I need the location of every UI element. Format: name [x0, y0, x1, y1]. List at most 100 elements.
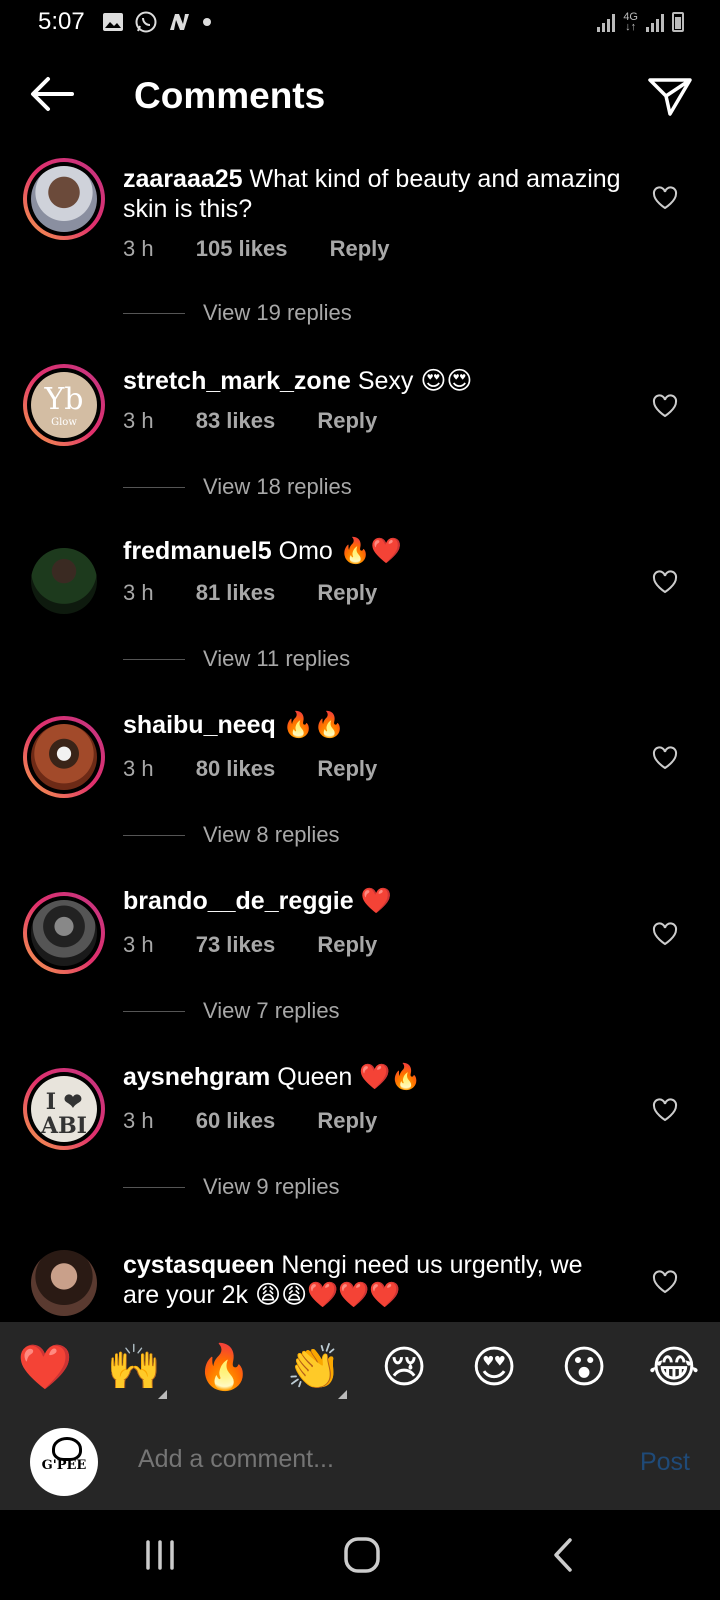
comment-body: Queen ❤️🔥 — [277, 1063, 422, 1091]
comment-username[interactable]: aysnehgram — [123, 1063, 270, 1091]
comment-username[interactable]: shaibu_neeq — [123, 711, 276, 739]
comment-username[interactable]: brando__de_reggie — [123, 887, 354, 915]
laughing-emoji-button[interactable]: 😂 — [646, 1340, 702, 1396]
comment-text: cystasqueen Nengi need us urgently, we a… — [123, 1250, 623, 1310]
surprised-emoji-button[interactable]: 😮 — [556, 1340, 612, 1396]
system-nav-bar — [0, 1510, 720, 1600]
fire-emoji-button[interactable]: 🔥 — [196, 1340, 252, 1396]
comment-meta: 3 h 73 likes Reply — [123, 932, 413, 958]
view-replies-button[interactable]: View 18 replies — [123, 474, 352, 500]
header: Comments — [0, 60, 720, 132]
comment-likes[interactable]: 80 likes — [196, 756, 276, 781]
comment-likes[interactable]: 83 likes — [196, 408, 276, 433]
view-replies-button[interactable]: View 11 replies — [123, 646, 350, 672]
comment-username[interactable]: cystasqueen — [123, 1251, 274, 1279]
avatar[interactable] — [23, 1242, 105, 1322]
replies-divider — [123, 1186, 185, 1188]
comment-likes[interactable]: 105 likes — [196, 236, 288, 261]
comment-likes[interactable]: 81 likes — [196, 580, 276, 605]
emoji-reaction-bar: ❤️ 🙌 🔥 👏 😢 😍 😮 😂 — [0, 1322, 720, 1414]
skin-tone-caret-icon — [338, 1390, 347, 1399]
view-replies-label: View 9 replies — [203, 1174, 340, 1199]
comment-item: cystasqueen Nengi need us urgently, we a… — [0, 1240, 720, 1322]
comment-text: aysnehgram Queen ❤️🔥 — [123, 1062, 623, 1092]
comment-text: brando__de_reggie ❤️ — [123, 886, 623, 916]
view-replies-label: View 18 replies — [203, 474, 352, 499]
avatar[interactable] — [23, 892, 105, 974]
replies-divider — [123, 658, 185, 660]
comment-input[interactable] — [136, 1444, 600, 1475]
signal-icon-2 — [646, 14, 664, 32]
avatar-logo-text: G'PEE — [41, 1458, 87, 1473]
back-arrow-icon[interactable] — [28, 74, 76, 114]
heart-emoji-button[interactable]: ❤️ — [17, 1340, 73, 1396]
like-heart-icon[interactable] — [652, 186, 678, 210]
add-comment-bar: G'PEE Post — [0, 1414, 720, 1510]
view-replies-label: View 7 replies — [203, 998, 340, 1023]
reply-button[interactable]: Reply — [317, 580, 377, 605]
comment-meta: 3 h 105 likes Reply — [123, 236, 426, 262]
network-type: 4G ↓↑ — [623, 11, 638, 33]
raised-hands-emoji-button[interactable]: 🙌 — [106, 1340, 162, 1396]
reply-button[interactable]: Reply — [317, 932, 377, 957]
heart-eyes-emoji-button[interactable]: 😍 — [466, 1340, 522, 1396]
reply-button[interactable]: Reply — [317, 1108, 377, 1133]
post-button[interactable]: Post — [640, 1448, 690, 1477]
comment-body: 🔥🔥 — [282, 711, 346, 739]
like-heart-icon[interactable] — [652, 922, 678, 946]
comment-username[interactable]: stretch_mark_zone — [123, 367, 351, 395]
like-heart-icon[interactable] — [652, 746, 678, 770]
comment-username[interactable]: zaaraaa25 — [123, 165, 243, 193]
view-replies-button[interactable]: View 19 replies — [123, 300, 352, 326]
replies-divider — [123, 1010, 185, 1012]
comment-username[interactable]: fredmanuel5 — [123, 537, 272, 565]
reply-button[interactable]: Reply — [317, 756, 377, 781]
like-heart-icon[interactable] — [652, 394, 678, 418]
view-replies-label: View 11 replies — [203, 646, 351, 671]
view-replies-button[interactable]: View 7 replies — [123, 998, 340, 1024]
recent-apps-icon[interactable] — [130, 1530, 190, 1580]
avatar-text: I ❤ ABI — [41, 1089, 87, 1139]
view-replies-label: View 8 replies — [203, 822, 340, 847]
comment-time: 3 h — [123, 756, 154, 781]
dot-icon — [203, 18, 211, 26]
replies-divider — [123, 486, 185, 488]
comment-text: stretch_mark_zone Sexy 😍😍 — [123, 366, 623, 396]
avatar[interactable] — [23, 716, 105, 798]
replies-divider — [123, 834, 185, 836]
comment-time: 3 h — [123, 580, 154, 605]
crying-emoji-button[interactable]: 😢 — [376, 1340, 432, 1396]
send-icon[interactable] — [646, 74, 694, 118]
view-replies-button[interactable]: View 8 replies — [123, 822, 340, 848]
home-icon[interactable] — [332, 1530, 392, 1580]
avatar[interactable] — [23, 158, 105, 240]
avatar[interactable]: Yb Glow — [23, 364, 105, 446]
reply-button[interactable]: Reply — [317, 408, 377, 433]
whatsapp-icon — [135, 11, 157, 33]
avatar[interactable] — [23, 540, 105, 622]
gallery-icon — [103, 13, 123, 31]
clapping-emoji-button[interactable]: 👏 — [286, 1340, 342, 1396]
view-replies-button[interactable]: View 9 replies — [123, 1174, 340, 1200]
current-user-avatar: G'PEE — [30, 1428, 98, 1496]
comment-meta: 3 h 81 likes Reply — [123, 580, 413, 606]
replies-divider — [123, 312, 185, 314]
like-heart-icon[interactable] — [652, 1098, 678, 1122]
comment-likes[interactable]: 73 likes — [196, 932, 276, 957]
comment-time: 3 h — [123, 236, 154, 261]
back-nav-icon[interactable] — [534, 1530, 594, 1580]
page-title: Comments — [134, 75, 326, 116]
comment-time: 3 h — [123, 408, 154, 433]
battery-icon — [672, 12, 684, 32]
avatar[interactable]: I ❤ ABI — [23, 1068, 105, 1150]
reply-button[interactable]: Reply — [330, 236, 390, 261]
app-n-icon — [170, 14, 189, 30]
comment-text: shaibu_neeq 🔥🔥 — [123, 710, 623, 740]
comment-body: Omo 🔥❤️ — [278, 537, 403, 565]
system-indicators: 4G ↓↑ — [597, 11, 684, 33]
comment-text: zaaraaa25 What kind of beauty and amazin… — [123, 164, 623, 224]
comment-time: 3 h — [123, 932, 154, 957]
like-heart-icon[interactable] — [652, 570, 678, 594]
like-heart-icon[interactable] — [652, 1270, 678, 1294]
comment-likes[interactable]: 60 likes — [196, 1108, 276, 1133]
